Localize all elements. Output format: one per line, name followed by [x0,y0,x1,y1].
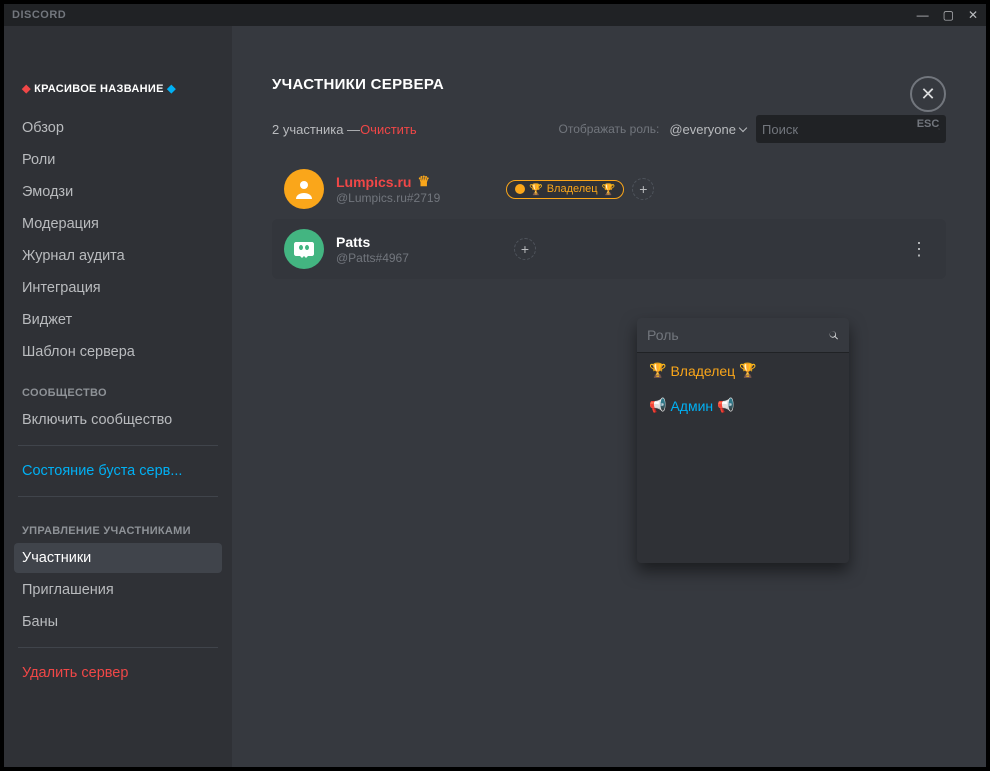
titlebar: DISCORD — ▢ ✕ [4,4,986,26]
sidebar-item-enable-community[interactable]: Включить сообщество [14,405,222,435]
role-badge-owner[interactable]: 🏆 Владелец 🏆 [506,180,624,199]
close-settings-button[interactable]: ✕ [910,76,946,112]
role-filter-dropdown[interactable]: @everyone [669,122,746,137]
sidebar-divider [18,445,218,446]
esc-label: ESC [910,118,946,130]
app-logo: DISCORD [12,9,66,21]
role-picker-popup: 🏆 Владелец 🏆 📢 Админ 📢 [637,318,849,563]
clear-members-button[interactable]: Очистить [360,122,417,137]
sidebar-item-members[interactable]: Участники [14,543,222,573]
member-row: Patts @Patts#4967 + ⋮ [272,219,946,279]
member-more-button[interactable]: ⋮ [904,240,934,258]
sidebar-section-community: СООБЩЕСТВО [14,369,222,405]
sidebar-item-overview[interactable]: Обзор [14,113,222,143]
sidebar-item-widget[interactable]: Виджет [14,305,222,335]
sidebar-section-member-management: УПРАВЛЕНИЕ УЧАСТНИКАМИ [14,507,222,543]
role-option-admin[interactable]: 📢 Админ 📢 [637,388,849,423]
settings-sidebar: ◆ КРАСИВОЕ НАЗВАНИЕ ◆ Обзор Роли Эмодзи … [4,26,232,767]
role-search-input[interactable] [647,327,828,343]
member-name: Patts [336,234,506,250]
members-toolbar: 2 участника — Очистить Отображать роль: … [272,115,946,143]
window-minimize-button[interactable]: — [917,8,929,22]
sidebar-item-bans[interactable]: Баны [14,607,222,637]
sidebar-item-audit-log[interactable]: Журнал аудита [14,241,222,271]
member-tag: @Patts#4967 [336,251,506,265]
sidebar-item-roles[interactable]: Роли [14,145,222,175]
server-name-header: ◆ КРАСИВОЕ НАЗВАНИЕ ◆ [14,76,222,113]
add-role-button[interactable]: + [514,238,536,260]
search-icon [828,326,839,344]
window-close-button[interactable]: ✕ [968,8,978,22]
sidebar-item-delete-server[interactable]: Удалить сервер [14,658,222,688]
sidebar-item-moderation[interactable]: Модерация [14,209,222,239]
window-maximize-button[interactable]: ▢ [943,8,954,22]
sidebar-item-emoji[interactable]: Эмодзи [14,177,222,207]
role-option-owner[interactable]: 🏆 Владелец 🏆 [637,353,849,388]
member-name: Lumpics.ru ♛ [336,173,506,190]
content-pane: ✕ ESC УЧАСТНИКИ СЕРВЕРА 2 участника — Оч… [232,26,986,767]
role-color-dot [515,184,525,194]
avatar[interactable] [284,169,324,209]
sidebar-divider [18,496,218,497]
avatar[interactable] [284,229,324,269]
member-count: 2 участника — [272,122,360,137]
member-row: Lumpics.ru ♛ @Lumpics.ru#2719 🏆 Владелец… [272,159,946,219]
sidebar-item-boost-status[interactable]: Состояние буста серв... [14,456,222,486]
role-filter-label: Отображать роль: [559,122,660,136]
chevron-down-icon [739,124,747,132]
member-tag: @Lumpics.ru#2719 [336,191,506,205]
sidebar-item-server-template[interactable]: Шаблон сервера [14,337,222,367]
add-role-button[interactable]: + [632,178,654,200]
page-title: УЧАСТНИКИ СЕРВЕРА [272,76,946,93]
sidebar-item-invites[interactable]: Приглашения [14,575,222,605]
sidebar-item-integrations[interactable]: Интеграция [14,273,222,303]
crown-icon: ♛ [417,173,430,190]
sidebar-divider [18,647,218,648]
